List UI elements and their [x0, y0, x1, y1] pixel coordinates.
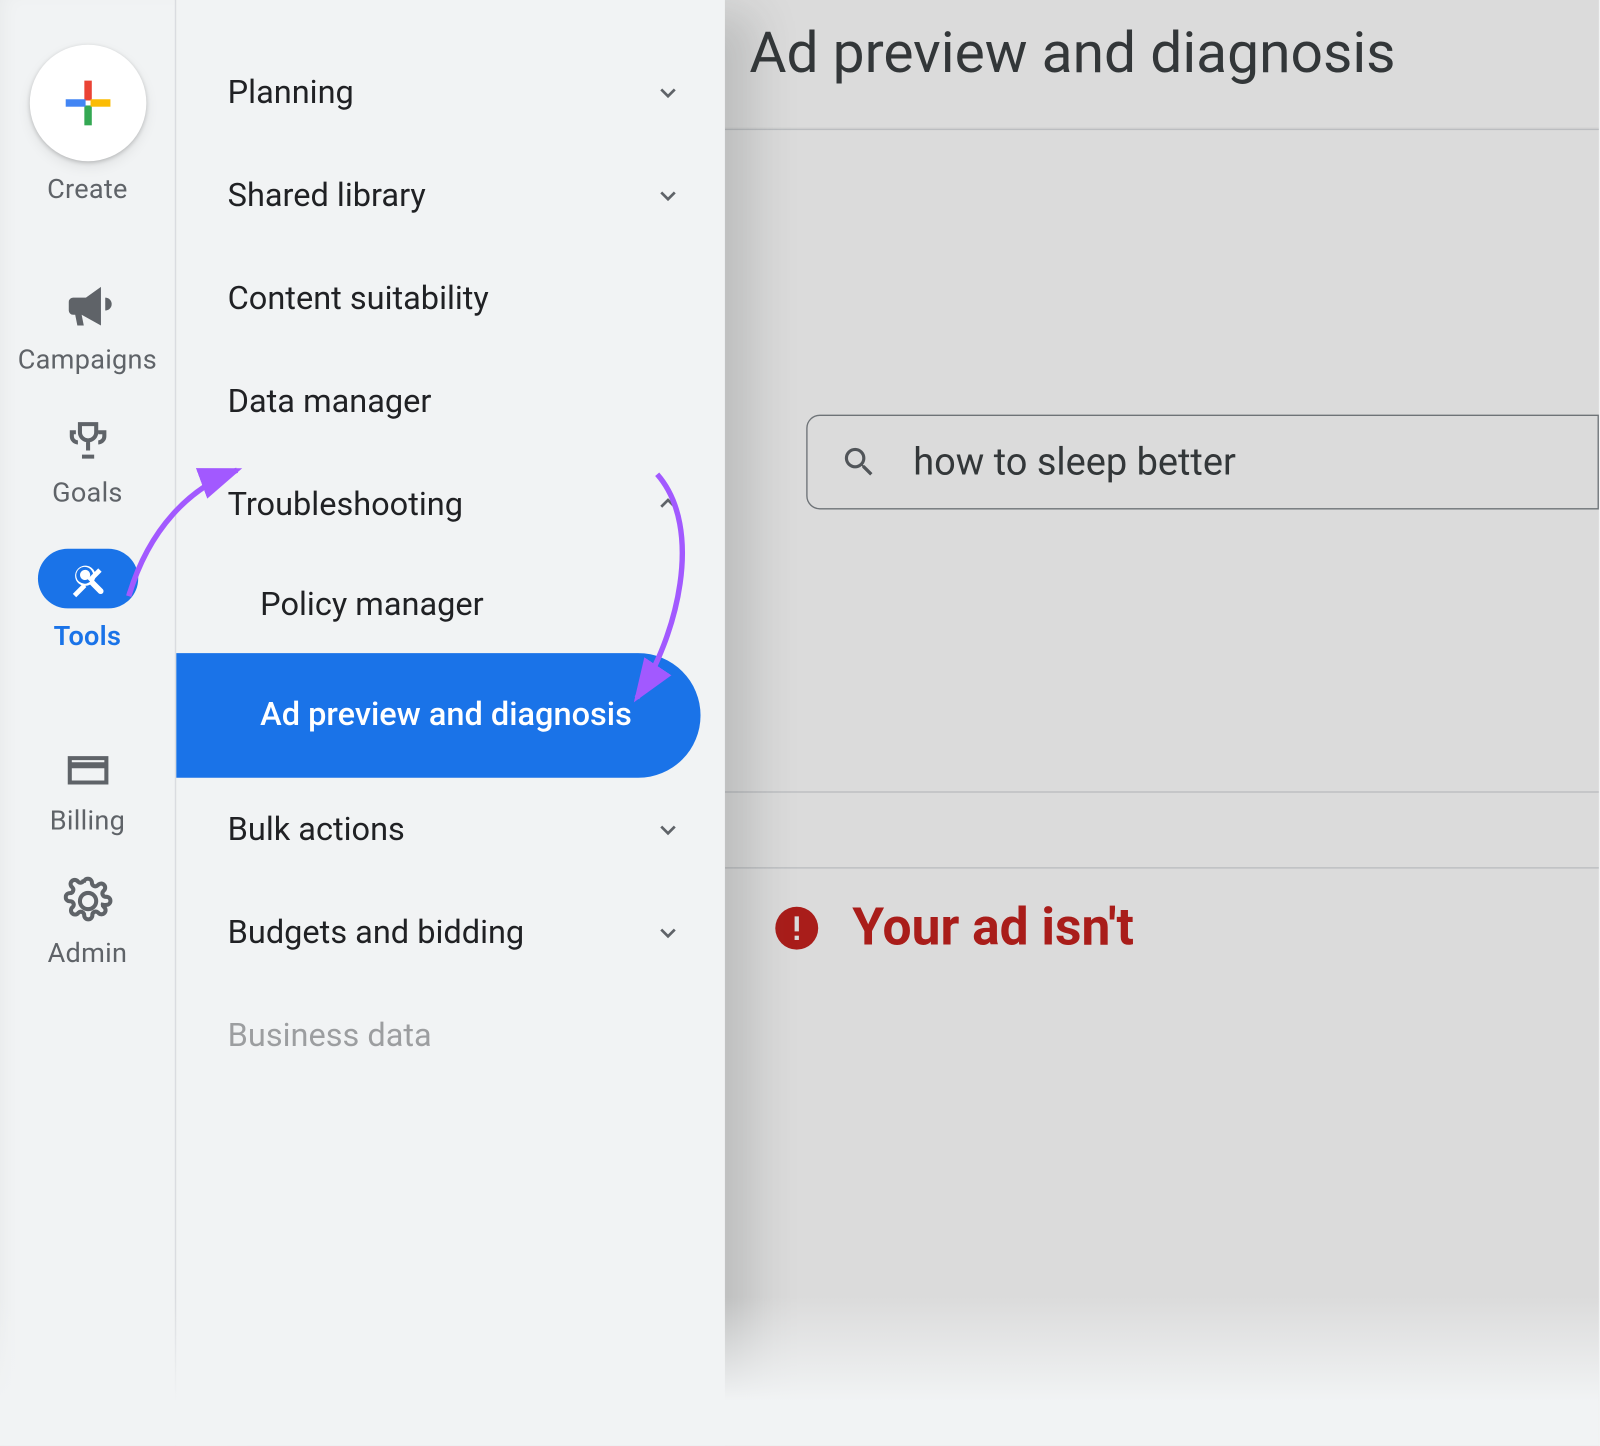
rail-item-campaigns[interactable]: Campaigns: [0, 256, 175, 392]
create-button: [29, 45, 146, 162]
rail-item-goals[interactable]: Goals: [0, 392, 175, 525]
chevron-down-icon: [652, 813, 685, 846]
panel-item-label: Shared library: [228, 176, 652, 214]
panel-item-data-manager[interactable]: Data manager: [176, 350, 725, 453]
chevron-down-icon: [652, 179, 685, 212]
panel-item-planning[interactable]: Planning: [176, 41, 725, 144]
left-rail: Create Campaigns Goals Tools Billing Adm…: [0, 0, 176, 1446]
panel-item-label: Planning: [228, 73, 652, 111]
rail-label: Billing: [50, 804, 125, 837]
sub-item-label: Ad preview and diagnosis: [260, 694, 632, 736]
panel-item-shared-library[interactable]: Shared library: [176, 144, 725, 247]
panel-item-label: Bulk actions: [228, 810, 652, 848]
megaphone-icon: [62, 280, 113, 331]
rail-item-tools[interactable]: Tools: [0, 524, 175, 668]
panel-item-label: Troubleshooting: [228, 485, 652, 523]
gear-icon: [63, 877, 112, 926]
rail-item-admin[interactable]: Admin: [0, 852, 175, 985]
rail-item-create[interactable]: Create: [0, 20, 175, 221]
panel-item-label: Business data: [228, 1016, 685, 1054]
panel-item-budgets-bidding[interactable]: Budgets and bidding: [176, 881, 725, 984]
panel-item-bulk-actions[interactable]: Bulk actions: [176, 778, 725, 881]
plus-icon: [58, 73, 118, 133]
panel-item-label: Content suitability: [228, 279, 685, 317]
panel-item-content-suitability[interactable]: Content suitability: [176, 247, 725, 350]
credit-card-icon: [63, 744, 112, 793]
chevron-down-icon: [652, 916, 685, 949]
sub-item-policy-manager[interactable]: Policy manager: [176, 556, 725, 654]
tools-icon: [67, 558, 108, 599]
panel-item-troubleshooting[interactable]: Troubleshooting: [176, 453, 725, 556]
chevron-up-icon: [652, 488, 685, 521]
sub-item-ad-preview[interactable]: Ad preview and diagnosis: [176, 653, 700, 778]
sub-item-label: Policy manager: [260, 585, 484, 623]
rail-item-billing[interactable]: Billing: [0, 720, 175, 853]
rail-label: Admin: [48, 936, 128, 969]
chevron-down-icon: [652, 76, 685, 109]
panel-item-label: Data manager: [228, 382, 685, 420]
tools-panel: Planning Shared library Content suitabil…: [176, 0, 725, 1446]
rail-label: Goals: [52, 476, 123, 509]
rail-label: Create: [47, 172, 128, 205]
rail-label: Tools: [54, 619, 122, 652]
rail-label: Campaigns: [18, 343, 157, 376]
trophy-icon: [63, 416, 112, 465]
panel-item-label: Budgets and bidding: [228, 913, 652, 951]
panel-item-business-data[interactable]: Business data: [176, 984, 725, 1087]
